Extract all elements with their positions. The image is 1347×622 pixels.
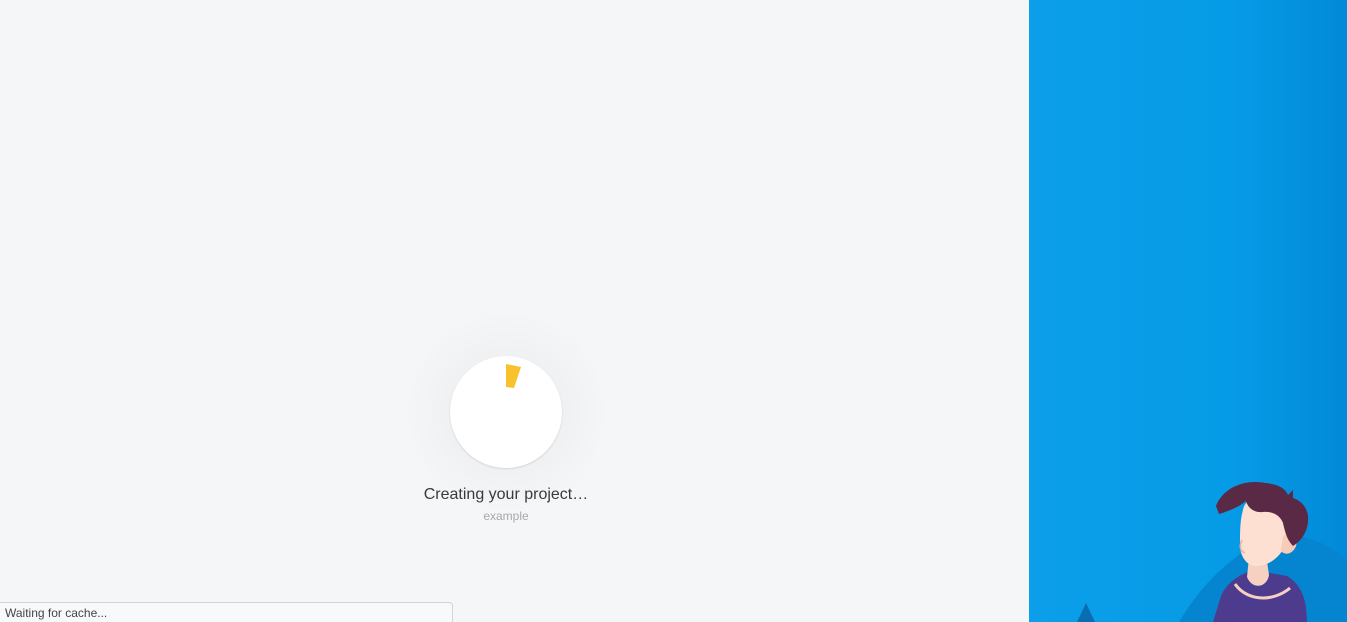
person-illustration [1029,0,1347,622]
spinner-icon [506,364,521,388]
spinner-segment [506,364,521,388]
loading-spinner [450,356,562,468]
project-name: example [483,509,529,523]
illustration-panel [1029,0,1347,622]
loading-page: Creating your project… example Waiting f… [0,0,1347,622]
loading-title: Creating your project… [423,486,589,503]
loading-panel: Creating your project… example Waiting f… [0,0,1029,622]
browser-status-bar: Waiting for cache... [0,602,453,622]
